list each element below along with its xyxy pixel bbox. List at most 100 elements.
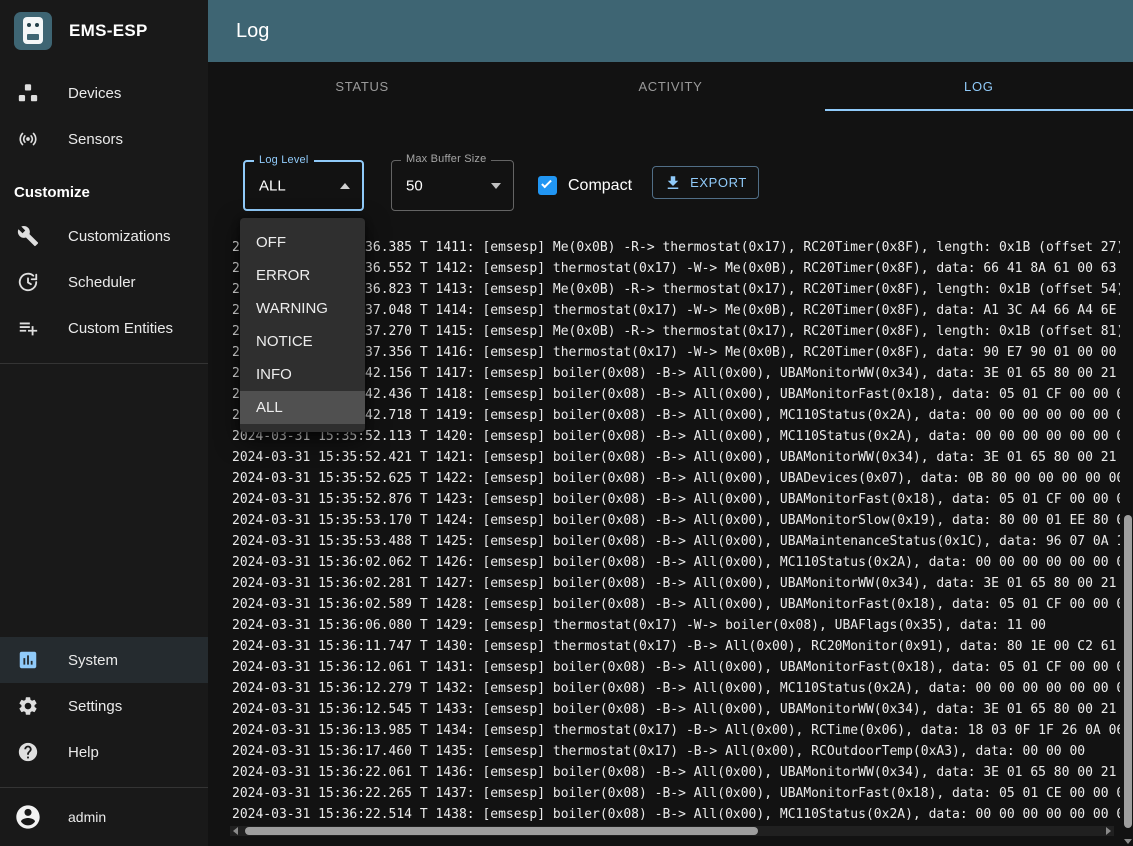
log-line: 2024-03-31 15:35:52.421 T 1421: [emsesp]… [232, 447, 1120, 468]
log-line: 2024-03-31 15:36:22.265 T 1437: [emsesp]… [232, 783, 1120, 804]
user-label: admin [68, 809, 106, 825]
log-line: 2024-03-31 15:35:52.625 T 1422: [emsesp]… [232, 468, 1120, 489]
max-buffer-size-select[interactable]: Max Buffer Size 50 [391, 160, 514, 211]
sidebar-user-admin[interactable]: admin [0, 788, 208, 846]
sidebar-header: EMS-ESP [0, 0, 208, 62]
ems-esp-app: EMS-ESP Devices Sensors Customize [0, 0, 1133, 846]
logo-eyes [27, 23, 31, 27]
log-line: 2024-03-31 15:35:53.488 T 1425: [emsesp]… [232, 531, 1120, 552]
sidebar-item-devices[interactable]: Devices [0, 70, 208, 116]
chevron-up-icon [340, 183, 350, 189]
log-line: 2024-03-31 15:35:37.356 T 1416: [emsesp]… [232, 342, 1120, 363]
tab-log[interactable]: LOG [825, 62, 1133, 111]
log-level-select-label: Log Level [254, 154, 314, 166]
log-level-select-value: ALL [259, 177, 286, 194]
menu-item-off[interactable]: OFF [240, 226, 365, 259]
sidebar-item-sensors[interactable]: Sensors [0, 116, 208, 162]
appbar: Log [208, 0, 1133, 62]
sidebar-item-label: Help [68, 744, 99, 761]
log-line: 2024-03-31 15:35:42.718 T 1419: [emsesp]… [232, 405, 1120, 426]
log-line: 2024-03-31 15:35:37.048 T 1414: [emsesp]… [232, 300, 1120, 321]
log-line: 2024-03-31 15:36:02.281 T 1427: [emsesp]… [232, 573, 1120, 594]
max-buffer-size-value: 50 [406, 177, 423, 194]
main-content: Log STATUS ACTIVITY LOG Log Level ALL Ma… [208, 0, 1133, 846]
sidebar-item-label: System [68, 652, 118, 669]
logo-grill [27, 34, 39, 40]
logo-body [23, 17, 43, 44]
log-line: 2024-03-31 15:35:37.270 T 1415: [emsesp]… [232, 321, 1120, 342]
export-label: EXPORT [690, 175, 747, 190]
app-title: EMS-ESP [69, 21, 148, 41]
horizontal-scrollbar-thumb[interactable] [245, 827, 758, 835]
ems-esp-logo-icon [14, 12, 52, 50]
log-line: 2024-03-31 15:36:12.545 T 1433: [emsesp]… [232, 699, 1120, 720]
horizontal-scrollbar[interactable] [230, 826, 1114, 836]
check-icon [541, 178, 552, 189]
log-line: 2024-03-31 15:35:53.170 T 1424: [emsesp]… [232, 510, 1120, 531]
menu-item-all[interactable]: ALL [240, 391, 365, 424]
account-icon [14, 803, 42, 831]
menu-item-error[interactable]: ERROR [240, 259, 365, 292]
page-title: Log [236, 20, 269, 43]
compact-label: Compact [568, 177, 632, 195]
sidebar-item-label: Settings [68, 698, 122, 715]
tab-activity[interactable]: ACTIVITY [516, 62, 824, 111]
log-line: 2024-03-31 15:36:17.460 T 1435: [emsesp]… [232, 741, 1120, 762]
log-line: 2024-03-31 15:36:02.589 T 1428: [emsesp]… [232, 594, 1120, 615]
sidebar-item-label: Sensors [68, 131, 123, 148]
gear-icon [16, 694, 40, 718]
sidebar-item-scheduler[interactable]: Scheduler [0, 259, 208, 305]
tab-status[interactable]: STATUS [208, 62, 516, 111]
sidebar-item-customizations[interactable]: Customizations [0, 213, 208, 259]
log-line: 2024-03-31 15:35:42.436 T 1418: [emsesp]… [232, 384, 1120, 405]
log-line: 2024-03-31 15:36:02.062 T 1426: [emsesp]… [232, 552, 1120, 573]
log-line: 2024-03-31 15:36:22.061 T 1436: [emsesp]… [232, 762, 1120, 783]
scroll-right-arrow-icon[interactable] [1106, 827, 1111, 835]
menu-item-info[interactable]: INFO [240, 358, 365, 391]
download-icon [664, 174, 682, 192]
log-line: 2024-03-31 15:35:36.385 T 1411: [emsesp]… [232, 237, 1120, 258]
log-line: 2024-03-31 15:36:13.985 T 1434: [emsesp]… [232, 720, 1120, 741]
log-level-select[interactable]: Log Level ALL [243, 160, 364, 211]
log-line: 2024-03-31 15:36:12.061 T 1431: [emsesp]… [232, 657, 1120, 678]
sidebar-item-help[interactable]: Help [0, 729, 208, 775]
sidebar-item-system[interactable]: System [0, 637, 208, 683]
log-line: 2024-03-31 15:35:42.156 T 1417: [emsesp]… [232, 363, 1120, 384]
menu-item-warning[interactable]: WARNING [240, 292, 365, 325]
playlist-add-icon [16, 316, 40, 340]
sidebar-bottom-nav: System Settings Help admin [0, 637, 208, 846]
log-line: 2024-03-31 15:36:06.080 T 1429: [emsesp]… [232, 615, 1120, 636]
sidebar-item-label: Devices [68, 85, 121, 102]
sidebar: EMS-ESP Devices Sensors Customize [0, 0, 208, 846]
sidebar-item-label: Customizations [68, 228, 171, 245]
log-line: 2024-03-31 15:36:22.514 T 1438: [emsesp]… [232, 804, 1120, 825]
sidebar-item-custom-entities[interactable]: Custom Entities [0, 305, 208, 351]
scroll-down-arrow-icon[interactable] [1124, 839, 1132, 844]
sidebar-main-nav: Devices Sensors [0, 62, 208, 162]
sidebar-spacer [0, 364, 208, 637]
tools-icon [16, 224, 40, 248]
sidebar-section-customize: Customize [0, 184, 208, 213]
compact-toggle: Compact [538, 160, 632, 211]
log-line: 2024-03-31 15:35:52.876 T 1423: [emsesp]… [232, 489, 1120, 510]
devices-icon [16, 81, 40, 105]
log-line: 2024-03-31 15:36:11.747 T 1430: [emsesp]… [232, 636, 1120, 657]
vertical-scrollbar[interactable] [1123, 237, 1133, 846]
compact-checkbox[interactable] [538, 176, 557, 195]
sidebar-item-settings[interactable]: Settings [0, 683, 208, 729]
sidebar-item-label: Custom Entities [68, 320, 173, 337]
vertical-scrollbar-thumb[interactable] [1124, 515, 1132, 828]
chevron-down-icon [491, 183, 501, 189]
log-line: 2024-03-31 15:36:12.279 T 1432: [emsesp]… [232, 678, 1120, 699]
log-output[interactable]: 2024-03-31 15:35:36.385 T 1411: [emsesp]… [232, 237, 1120, 826]
log-line: 2024-03-31 15:35:36.823 T 1413: [emsesp]… [232, 279, 1120, 300]
export-button[interactable]: EXPORT [652, 166, 759, 199]
log-line: 2024-03-31 15:35:52.113 T 1420: [emsesp]… [232, 426, 1120, 447]
sidebar-item-label: Scheduler [68, 274, 136, 291]
sensors-icon [16, 127, 40, 151]
help-icon [16, 740, 40, 764]
scroll-left-arrow-icon[interactable] [233, 827, 238, 835]
menu-item-notice[interactable]: NOTICE [240, 325, 365, 358]
schedule-icon [16, 270, 40, 294]
max-buffer-size-label: Max Buffer Size [401, 153, 491, 165]
